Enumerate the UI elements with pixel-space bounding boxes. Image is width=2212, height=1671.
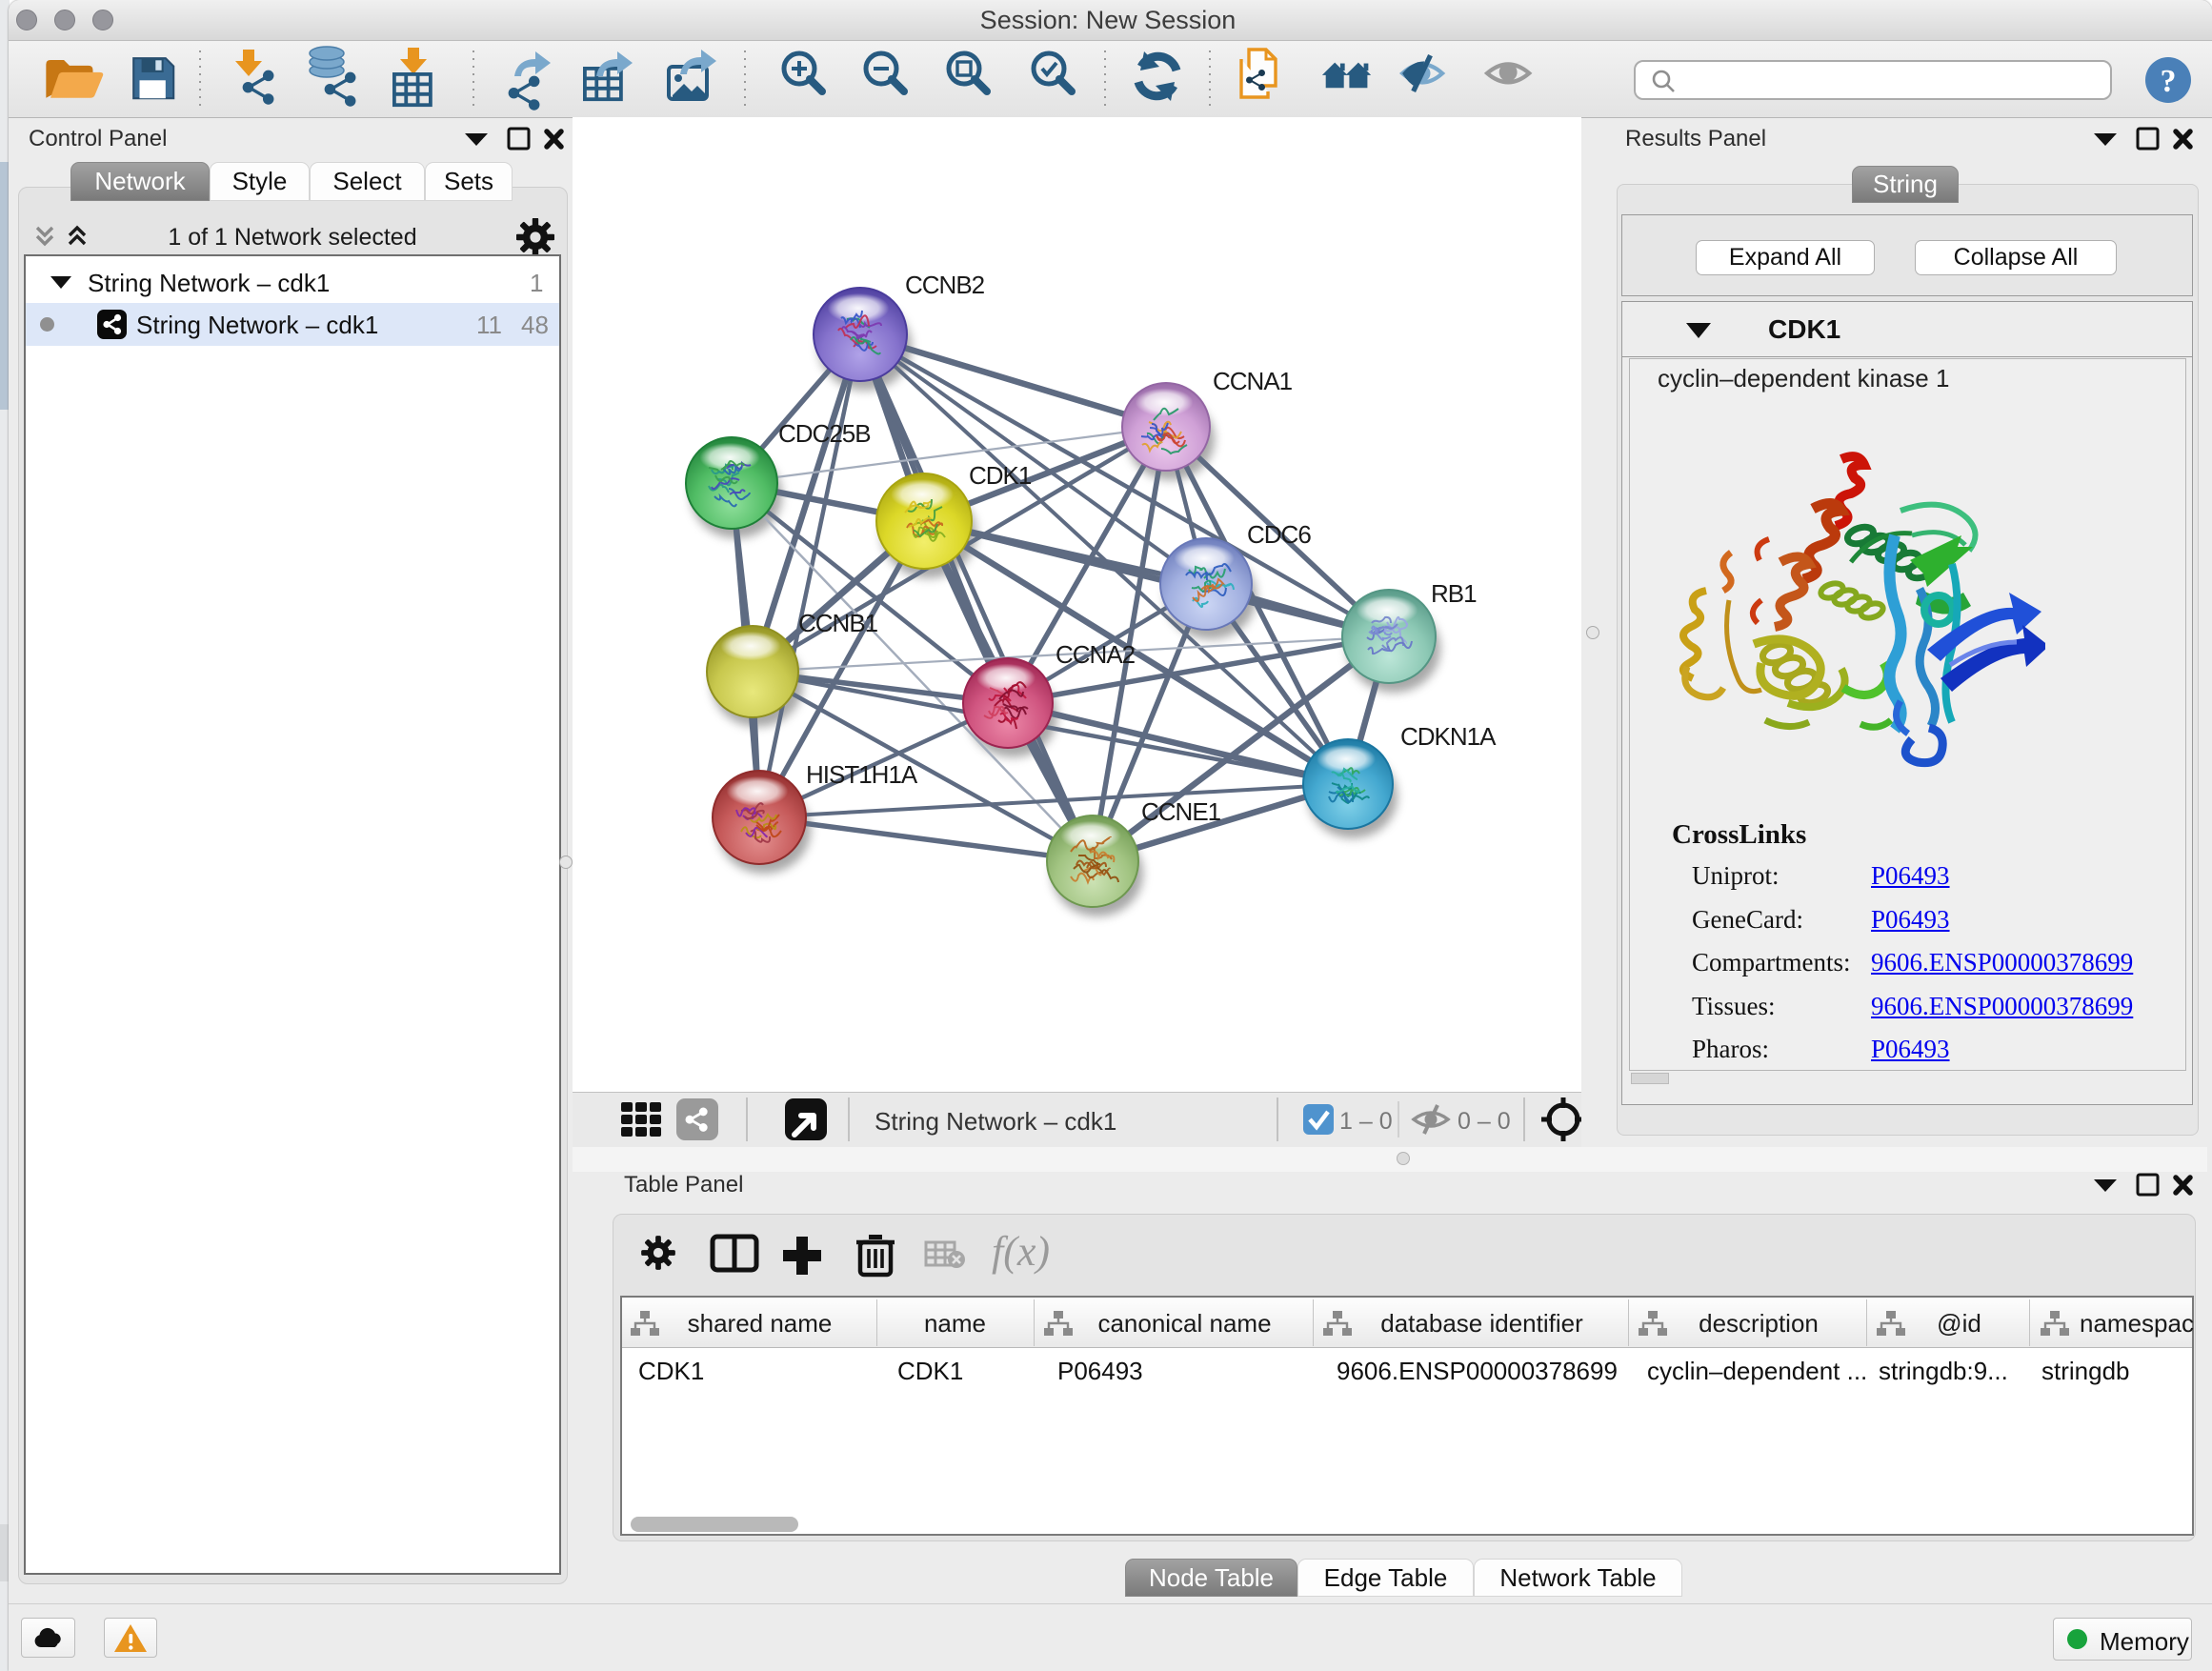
svg-text:CDC25B: CDC25B: [778, 419, 871, 448]
svg-text:HIST1H1A: HIST1H1A: [806, 760, 918, 789]
svg-text:CDK1: CDK1: [969, 461, 1032, 490]
svg-text:CCNA1: CCNA1: [1213, 367, 1293, 395]
svg-text:f(x): f(x): [992, 1228, 1050, 1275]
svg-text:RB1: RB1: [1431, 579, 1477, 608]
svg-text:CCNE1: CCNE1: [1141, 797, 1221, 826]
svg-text:CCNA2: CCNA2: [1056, 640, 1136, 669]
svg-text:CDKN1A: CDKN1A: [1400, 722, 1497, 751]
svg-text:CCNB1: CCNB1: [798, 609, 878, 637]
svg-text:CDC6: CDC6: [1247, 520, 1311, 549]
svg-text:CCNB2: CCNB2: [905, 271, 985, 299]
svg-text:?: ?: [2161, 64, 2177, 99]
